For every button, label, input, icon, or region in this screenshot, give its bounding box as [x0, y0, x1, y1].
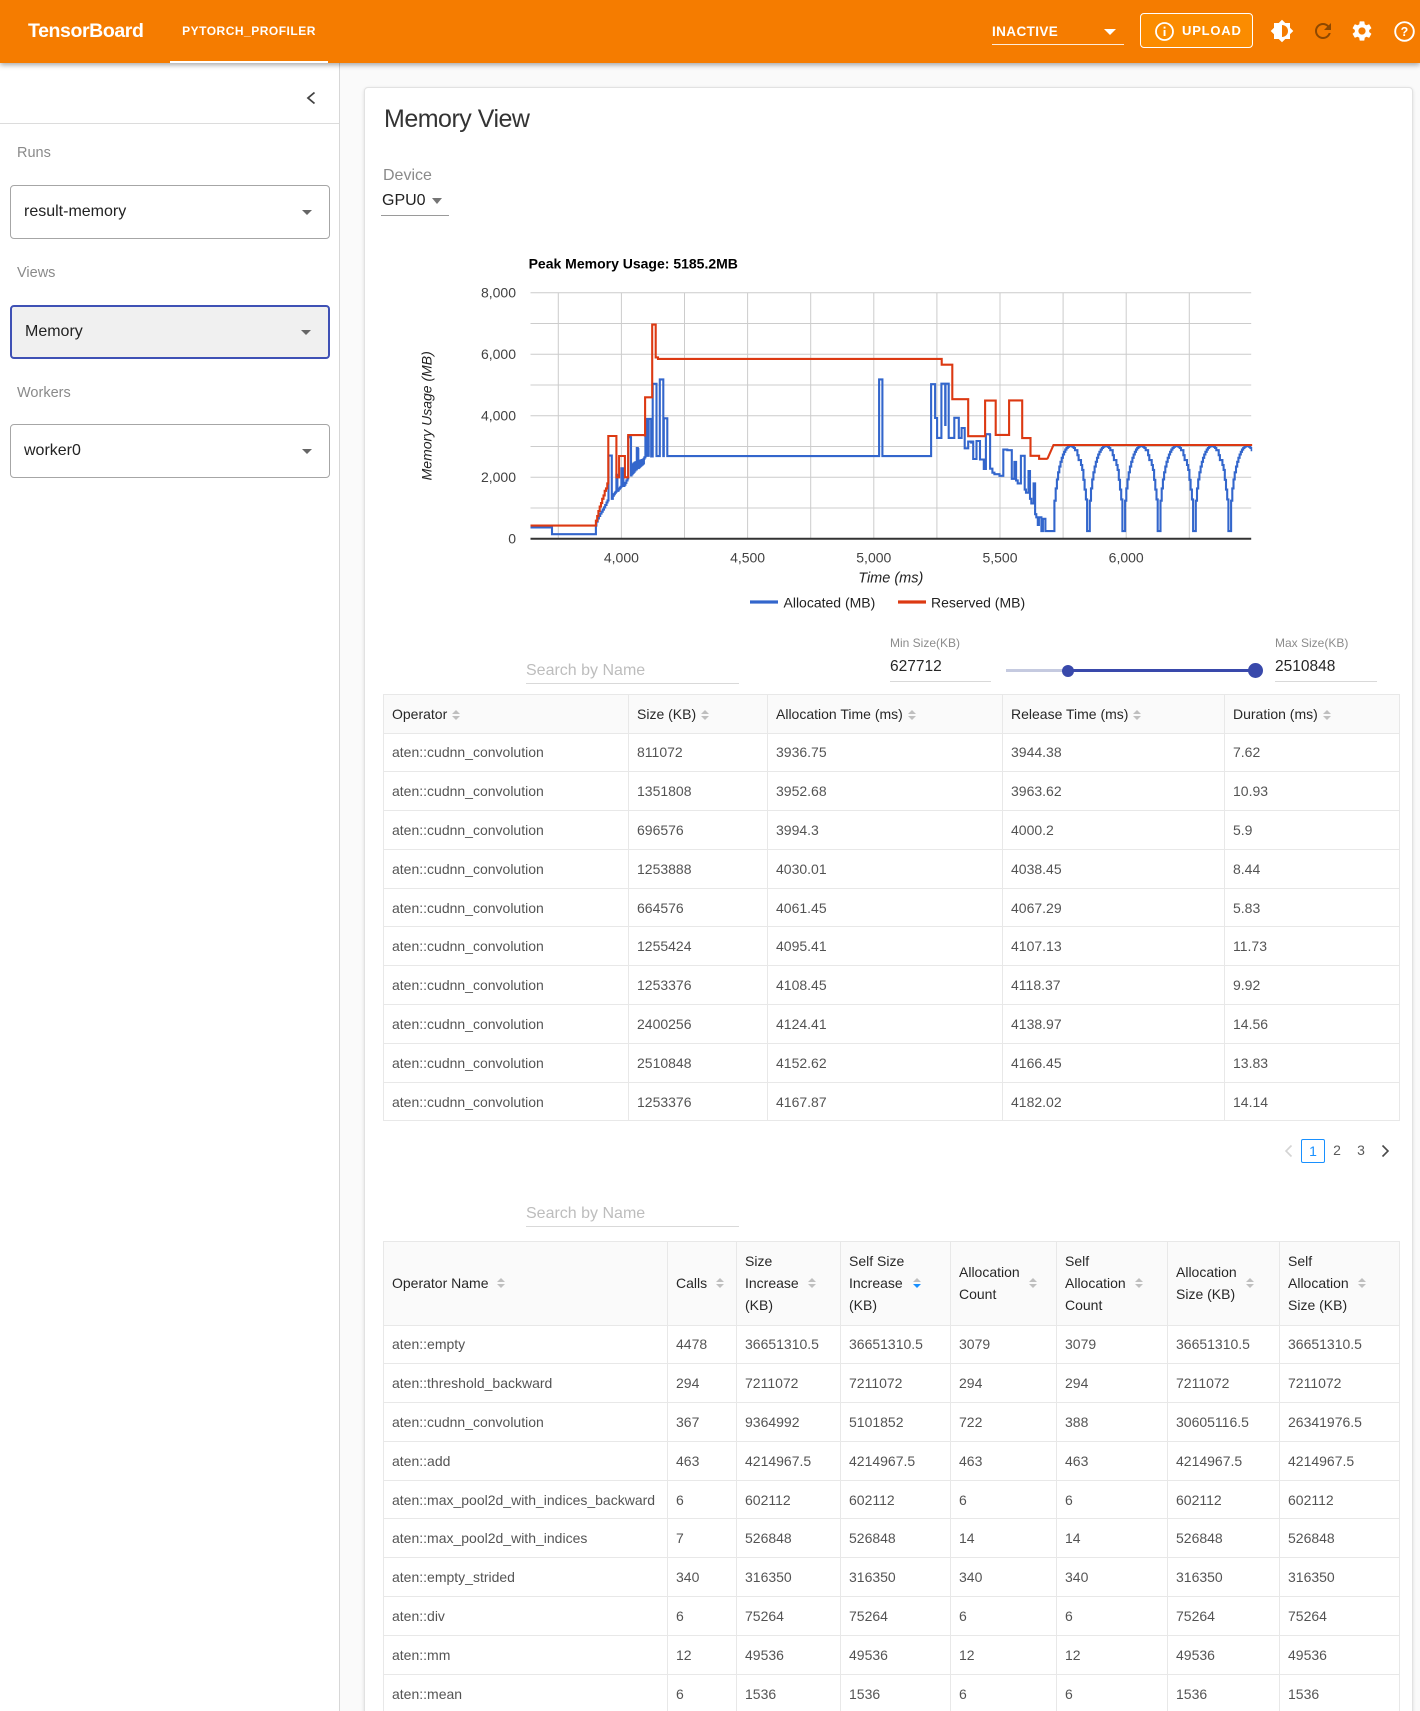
- svg-text:5,500: 5,500: [982, 549, 1017, 565]
- svg-text:Allocated (MB): Allocated (MB): [784, 594, 876, 610]
- svg-text:6,000: 6,000: [481, 346, 516, 362]
- svg-text:4,000: 4,000: [481, 407, 516, 423]
- svg-text:4,000: 4,000: [604, 549, 639, 565]
- svg-text:4,500: 4,500: [730, 549, 765, 565]
- svg-text:6,000: 6,000: [1109, 549, 1144, 565]
- svg-text:Memory Usage (MB): Memory Usage (MB): [420, 351, 435, 480]
- svg-text:Time (ms): Time (ms): [858, 571, 923, 587]
- svg-text:8,000: 8,000: [481, 284, 516, 300]
- svg-text:5,000: 5,000: [856, 549, 891, 565]
- svg-text:?: ?: [1401, 25, 1409, 39]
- svg-text:2,000: 2,000: [481, 469, 516, 485]
- svg-text:Reserved (MB): Reserved (MB): [931, 594, 1025, 610]
- svg-text:0: 0: [508, 530, 516, 546]
- svg-text:Peak Memory Usage: 5185.2MB: Peak Memory Usage: 5185.2MB: [529, 256, 738, 272]
